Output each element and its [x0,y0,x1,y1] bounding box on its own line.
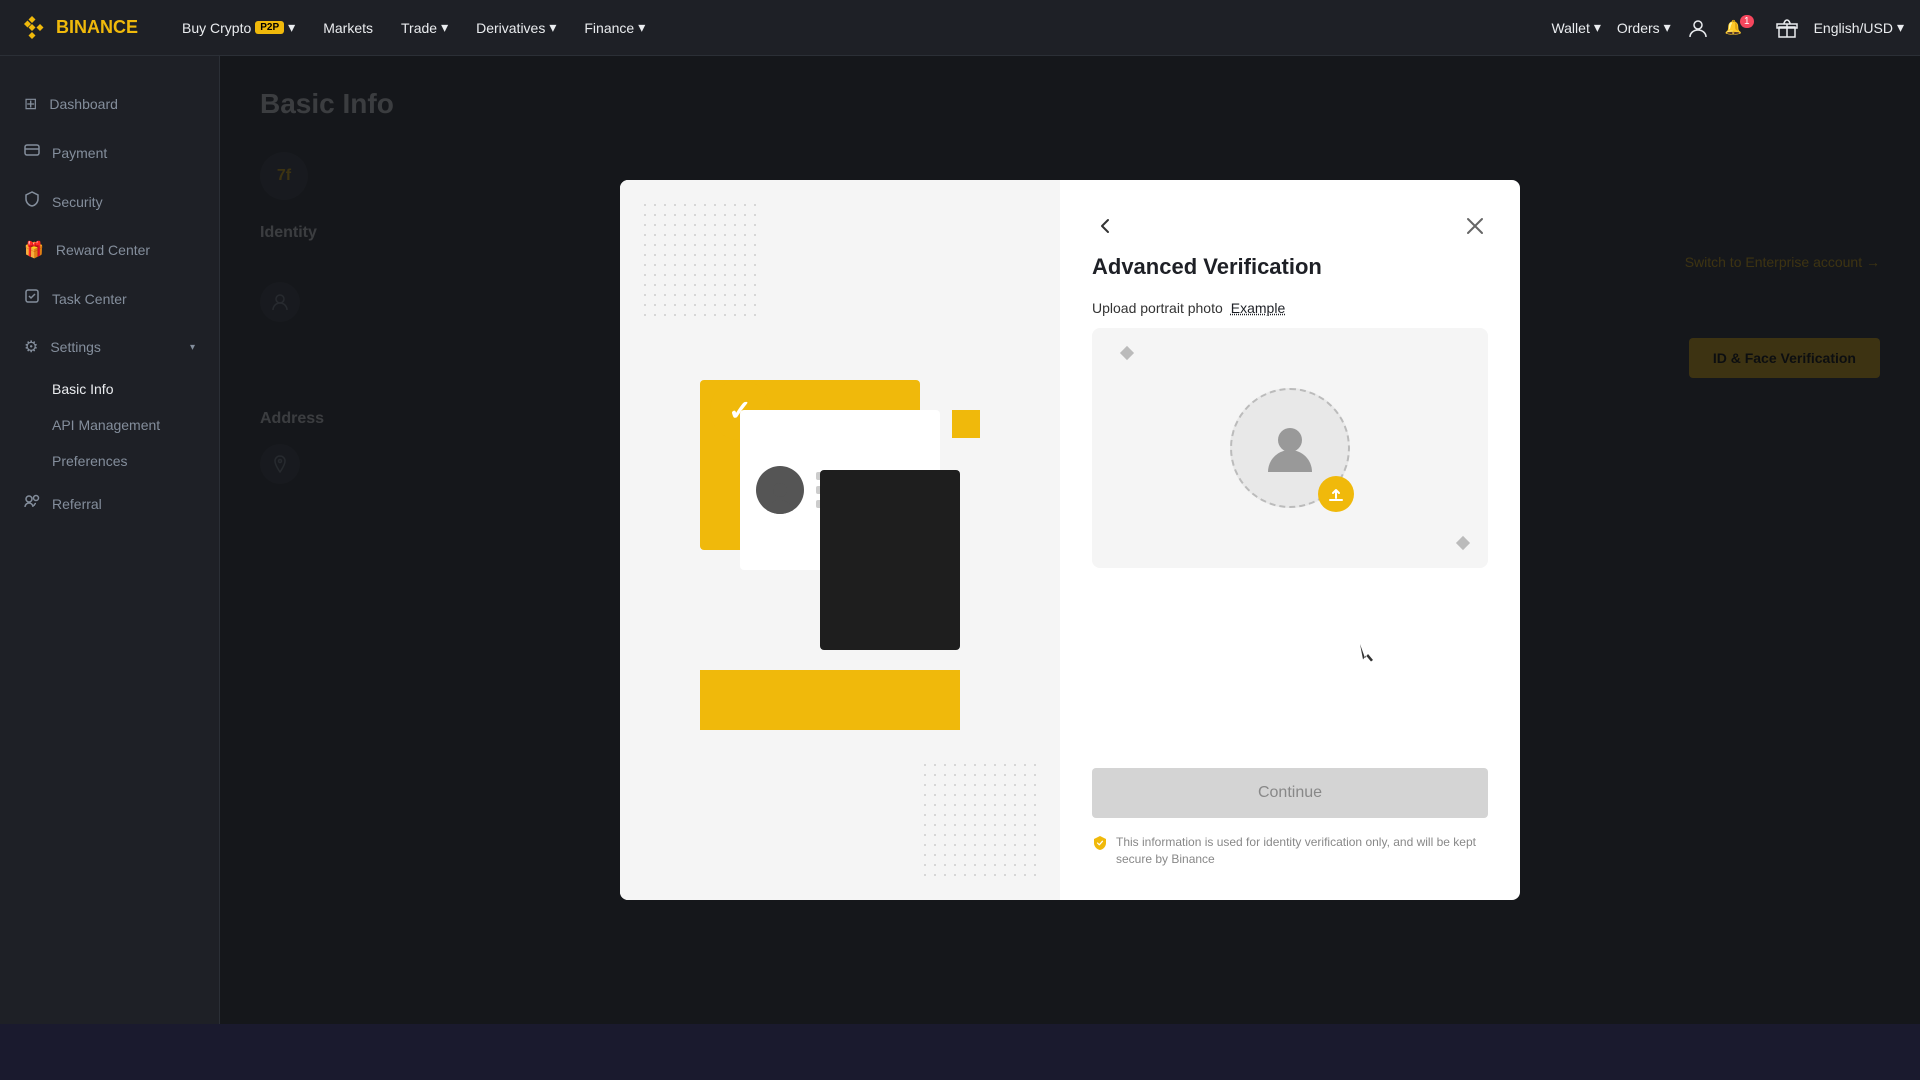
sidebar-item-reward-center[interactable]: 🎁 Reward Center [0,226,219,274]
sidebar-settings-group: ⚙ Settings ▾ Basic Info API Management P… [0,323,219,479]
user-icon[interactable] [1687,17,1709,39]
task-icon [24,288,40,309]
upload-person-wrapper [1230,388,1350,508]
navbar: BINANCE Buy Crypto P2P ▾ Markets Trade ▾… [0,0,1920,56]
id-illustration: ✓ [680,350,1000,730]
modal-title: Advanced Verification [1092,254,1488,280]
id-person-icon [756,466,804,514]
logo[interactable]: BINANCE [16,12,138,44]
nav-derivatives[interactable]: Derivatives ▾ [464,11,568,44]
orders-link[interactable]: Orders ▾ [1617,19,1671,36]
navbar-right: Wallet ▾ Orders ▾ 🔔 1 [1551,17,1904,39]
back-button[interactable] [1092,212,1120,246]
payment-icon [24,142,40,163]
sidebar-item-dashboard[interactable]: ⊞ Dashboard [0,80,219,128]
shield-icon [1092,835,1108,851]
sidebar-item-label: Security [52,194,103,210]
nav-links: Buy Crypto P2P ▾ Markets Trade ▾ Derivat… [170,11,1551,44]
content-area: Basic Info 7f Identity Switch to Enterpr… [220,56,1920,1024]
logo-text: BINANCE [56,17,138,38]
reward-icon: 🎁 [24,240,44,260]
wallet-link[interactable]: Wallet ▾ [1551,19,1600,36]
modal-header [1092,212,1488,246]
gift-icon[interactable] [1776,17,1798,39]
sidebar-item-referral[interactable]: Referral [0,479,219,528]
sidebar-item-payment[interactable]: Payment [0,128,219,177]
advanced-verification-modal: ✓ [620,180,1520,900]
nav-trade[interactable]: Trade ▾ [389,11,460,44]
sidebar-item-task-center[interactable]: Task Center [0,274,219,323]
sidebar-sub-item-basic-info[interactable]: Basic Info [0,371,219,407]
notification-icon[interactable]: 🔔 1 [1725,19,1760,36]
diamond-decoration-2 [1456,536,1470,550]
portrait-upload-area[interactable] [1092,328,1488,568]
sidebar-item-security[interactable]: Security [0,177,219,226]
sidebar-item-label: Referral [52,496,102,512]
sidebar-item-label: Reward Center [56,242,150,258]
language-selector[interactable]: English/USD ▾ [1814,19,1904,36]
sidebar-sub-item-api-management[interactable]: API Management [0,407,219,443]
sidebar-sub-item-preferences[interactable]: Preferences [0,443,219,479]
nav-finance[interactable]: Finance ▾ [572,11,657,44]
referral-icon [24,493,40,514]
sidebar-item-settings[interactable]: ⚙ Settings ▾ [0,323,219,371]
dots-pattern-bottom-right [920,760,1040,880]
dashboard-icon: ⊞ [24,94,37,114]
diamond-decoration-1 [1120,346,1134,360]
continue-button[interactable]: Continue [1092,768,1488,818]
upload-label: Upload portrait photo Example [1092,300,1488,316]
sidebar-item-label: Task Center [52,291,127,307]
black-block-1 [820,470,960,650]
yellow-strip-bottom [700,670,960,730]
nav-buy-crypto[interactable]: Buy Crypto P2P ▾ [170,11,307,44]
upload-button-circle[interactable] [1318,476,1354,512]
sidebar-item-label: Settings [50,339,101,355]
yellow-small-block [952,410,980,438]
sidebar-item-label: Payment [52,145,107,161]
chevron-down-icon: ▾ [190,342,195,353]
sidebar-item-label: Dashboard [49,96,118,112]
main-layout: ⊞ Dashboard Payment Security 🎁 Reward Ce… [0,56,1920,1024]
security-icon [24,191,40,212]
security-note: This information is used for identity ve… [1092,834,1488,868]
sidebar: ⊞ Dashboard Payment Security 🎁 Reward Ce… [0,56,220,1024]
example-link[interactable]: Example [1231,300,1285,316]
modal-content-panel: Advanced Verification Upload portrait ph… [1060,180,1520,900]
nav-markets[interactable]: Markets [311,12,385,44]
modal-illustration-panel: ✓ [620,180,1060,900]
dots-pattern-top-left [640,200,760,320]
close-button[interactable] [1462,213,1488,245]
settings-icon: ⚙ [24,337,38,357]
